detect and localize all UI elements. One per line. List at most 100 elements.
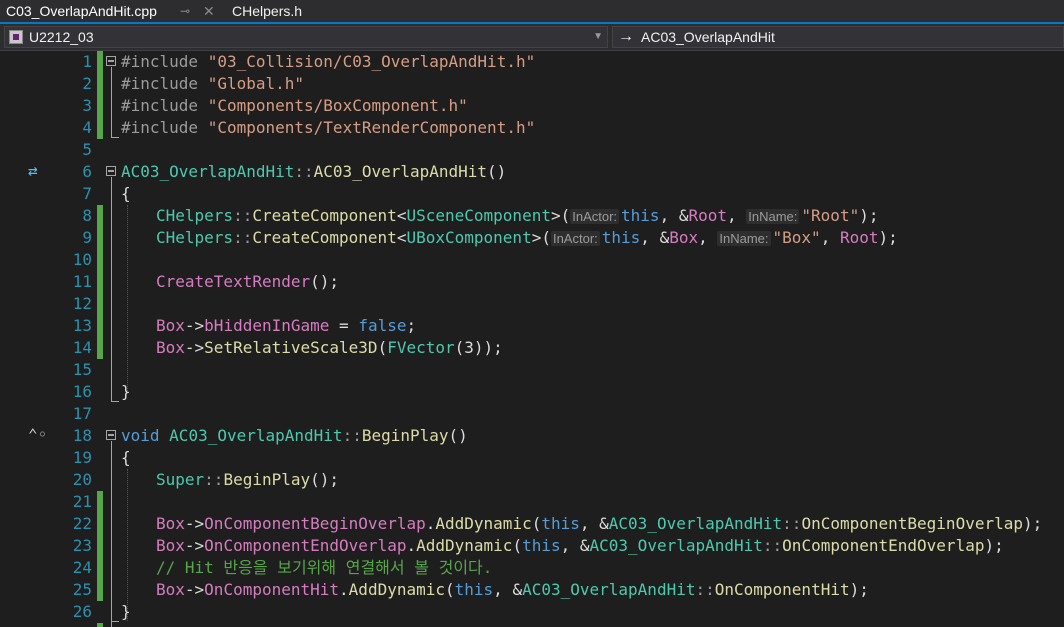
collapse-icon[interactable] (106, 430, 116, 440)
line-number: 11 (72, 272, 92, 291)
change-marker (97, 337, 103, 359)
code-line: 15 (0, 359, 1064, 381)
change-marker (97, 117, 103, 139)
code-text: CHelpers::CreateComponent<UBoxComponent>… (156, 228, 898, 247)
code-line: 19 { (0, 447, 1064, 469)
change-marker (97, 491, 103, 513)
project-name: U2212_03 (29, 29, 94, 45)
code-line: 3 #include "Components/BoxComponent.h" (0, 95, 1064, 117)
line-number: 5 (82, 140, 92, 159)
scope-name: AC03_OverlapAndHit (641, 29, 775, 45)
code-line: 9 CHelpers::CreateComponent<UBoxComponen… (0, 227, 1064, 249)
code-line: 21 (0, 491, 1064, 513)
change-marker (97, 227, 103, 249)
parameter-hint: InActor: (550, 231, 600, 246)
line-number: 21 (72, 492, 92, 511)
code-line: ⇄ 6 AC03_OverlapAndHit::AC03_OverlapAndH… (0, 161, 1064, 183)
tab-label: C03_OverlapAndHit.cpp (6, 3, 157, 19)
code-line: 23 Box->OnComponentEndOverlap.AddDynamic… (0, 535, 1064, 557)
line-number: 19 (72, 448, 92, 467)
change-marker (97, 293, 103, 315)
code-line: 20 Super::BeginPlay(); (0, 469, 1064, 491)
chevron-down-icon[interactable]: ▼ (593, 27, 603, 47)
line-number: 1 (82, 52, 92, 71)
line-number: 22 (72, 514, 92, 533)
code-text: #include "Components/BoxComponent.h" (121, 96, 468, 115)
code-line: 13 Box->bHiddenInGame = false; (0, 315, 1064, 337)
code-line: 4 #include "Components/TextRenderCompone… (0, 117, 1064, 139)
code-line: 11 CreateTextRender(); (0, 271, 1064, 293)
project-icon (9, 30, 23, 44)
code-text: Box->OnComponentHit.AddDynamic(this, &AC… (156, 580, 869, 599)
change-marker (97, 95, 103, 117)
code-text: Box->SetRelativeScale3D(FVector(3)); (156, 338, 503, 357)
line-number: 8 (82, 206, 92, 225)
code-text: Box->OnComponentEndOverlap.AddDynamic(th… (156, 536, 1004, 555)
code-line: 2 #include "Global.h" (0, 73, 1064, 95)
code-text: Box->OnComponentBeginOverlap.AddDynamic(… (156, 514, 1043, 533)
code-text: { (121, 448, 131, 467)
line-number: 12 (72, 294, 92, 313)
change-marker (97, 535, 103, 557)
line-number: 9 (82, 228, 92, 247)
code-line: 24 // Hit 반응을 보기위해 연결해서 볼 것이다. (0, 557, 1064, 579)
code-text: void AC03_OverlapAndHit::BeginPlay() (121, 426, 468, 445)
code-text: #include "Components/TextRenderComponent… (121, 118, 536, 137)
pin-icon[interactable]: ⊸ (180, 0, 190, 22)
code-line: 8 CHelpers::CreateComponent<USceneCompon… (0, 205, 1064, 227)
line-number: 18 (72, 426, 92, 445)
change-marker (97, 73, 103, 95)
navigation-bar: U2212_03 ▼ → AC03_OverlapAndHit (0, 24, 1064, 51)
line-number: 25 (72, 580, 92, 599)
collapse-icon[interactable] (106, 56, 116, 66)
change-marker (97, 205, 103, 227)
scope-dropdown[interactable]: → AC03_OverlapAndHit (612, 26, 1064, 48)
code-line: 25 Box->OnComponentHit.AddDynamic(this, … (0, 579, 1064, 601)
code-text: } (121, 382, 131, 401)
change-marker (97, 557, 103, 579)
code-text: CHelpers::CreateComponent<USceneComponen… (156, 206, 879, 225)
collapse-icon[interactable] (106, 166, 116, 176)
code-line: 22 Box->OnComponentBeginOverlap.AddDynam… (0, 513, 1064, 535)
tab-c03-overlapandhit-cpp[interactable]: C03_OverlapAndHit.cpp ⊸ ✕ (0, 0, 226, 22)
project-dropdown[interactable]: U2212_03 ▼ (4, 26, 608, 48)
tab-label: CHelpers.h (232, 3, 303, 19)
code-editor[interactable]: 1 #include "03_Collision/C03_OverlapAndH… (0, 51, 1064, 627)
document-tab-bar: C03_OverlapAndHit.cpp ⊸ ✕ CHelpers.h (0, 0, 1064, 24)
tab-chelpers-h[interactable]: CHelpers.h (226, 0, 326, 22)
close-icon[interactable]: ✕ (203, 0, 215, 22)
code-line: 12 (0, 293, 1064, 315)
change-marker (97, 315, 103, 337)
line-number: 23 (72, 536, 92, 555)
code-text: Super::BeginPlay(); (156, 470, 340, 489)
code-line: ⌃◦ 18 void AC03_OverlapAndHit::BeginPlay… (0, 425, 1064, 447)
code-text: { (121, 184, 131, 203)
line-number: 6 (82, 162, 92, 181)
line-number: 7 (82, 184, 92, 203)
line-number: 15 (72, 360, 92, 379)
code-text: #include "Global.h" (121, 74, 305, 93)
line-number: 20 (72, 470, 92, 489)
parameter-hint: InName: (746, 209, 800, 224)
change-marker (97, 271, 103, 293)
line-number: 24 (72, 558, 92, 577)
line-number: 2 (82, 74, 92, 93)
code-text: #include "03_Collision/C03_OverlapAndHit… (121, 52, 536, 71)
code-text: AC03_OverlapAndHit::AC03_OverlapAndHit() (121, 162, 507, 181)
code-line: 14 Box->SetRelativeScale3D(FVector(3)); (0, 337, 1064, 359)
parameter-hint: InActor: (570, 209, 620, 224)
code-line: 17 (0, 403, 1064, 425)
change-marker (97, 579, 103, 601)
change-marker (97, 249, 103, 271)
line-number: 17 (72, 404, 92, 423)
code-comment: // Hit 반응을 보기위해 연결해서 볼 것이다. (156, 558, 493, 577)
line-number: 16 (72, 382, 92, 401)
code-line: 26 } (0, 601, 1064, 623)
code-line: 5 (0, 139, 1064, 161)
line-number: 13 (72, 316, 92, 335)
code-line: 16 } (0, 381, 1064, 403)
line-number: 26 (72, 602, 92, 621)
line-number: 14 (72, 338, 92, 357)
line-number: 3 (82, 96, 92, 115)
code-line: 1 #include "03_Collision/C03_OverlapAndH… (0, 51, 1064, 73)
